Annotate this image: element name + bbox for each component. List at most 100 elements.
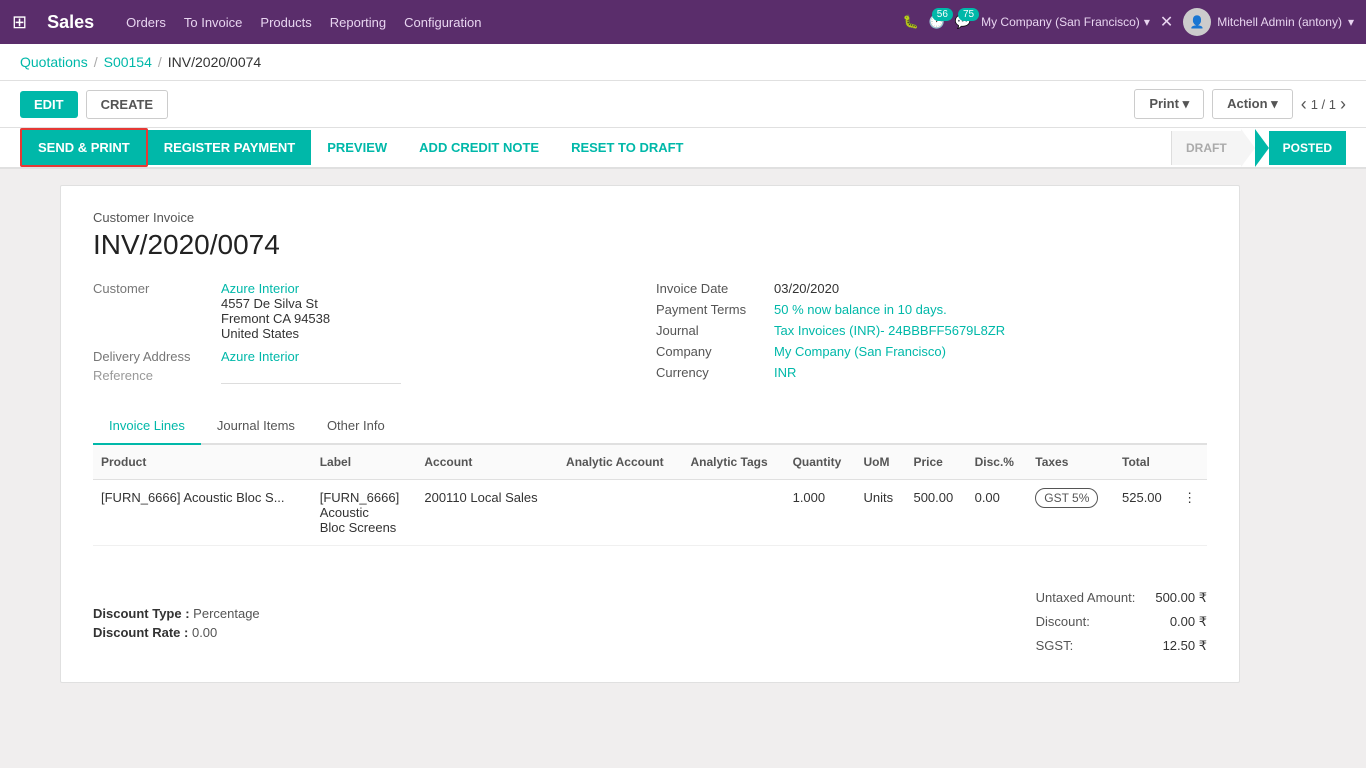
col-label: Label — [312, 445, 417, 480]
discount-info: Discount Type : Percentage Discount Rate… — [93, 606, 260, 658]
top-navigation: ⊞ Sales Orders To Invoice Products Repor… — [0, 0, 1366, 44]
untaxed-label: Untaxed Amount: — [1036, 590, 1136, 606]
cell-quantity: 1.000 — [785, 480, 856, 546]
brand-name: Sales — [47, 12, 94, 33]
tabs-bar: Invoice Lines Journal Items Other Info — [93, 408, 1207, 445]
journal-field: Journal Tax Invoices (INR)- 24BBBFF5679L… — [656, 323, 1207, 338]
nav-products[interactable]: Products — [260, 15, 311, 30]
nav-reporting[interactable]: Reporting — [330, 15, 386, 30]
breadcrumb-sale-order[interactable]: S00154 — [104, 54, 152, 70]
untaxed-row: Untaxed Amount: 500.00 ₹ — [1036, 586, 1207, 610]
journal-value[interactable]: Tax Invoices (INR)- 24BBBFF5679L8ZR — [774, 323, 1005, 338]
action-button[interactable]: Action ▾ — [1212, 89, 1293, 119]
nav-orders[interactable]: Orders — [126, 15, 166, 30]
bug-icon: 🐛 — [903, 14, 919, 30]
invoice-date-label: Invoice Date — [656, 281, 766, 296]
row-options-button[interactable]: ⋮ — [1175, 480, 1207, 546]
cell-analytic-account — [558, 480, 682, 546]
sgst-value: 12.50 ₹ — [1163, 638, 1207, 654]
status-posted: POSTED — [1269, 131, 1346, 165]
cell-taxes: GST 5% — [1027, 480, 1114, 546]
chevron-down-icon: ▾ — [1144, 15, 1150, 29]
col-options — [1175, 445, 1207, 480]
register-payment-button[interactable]: REGISTER PAYMENT — [148, 130, 311, 165]
customer-addr3: United States — [221, 326, 330, 341]
invoice-date-field: Invoice Date 03/20/2020 — [656, 281, 1207, 296]
action-chevron-icon: ▾ — [1271, 96, 1278, 111]
customer-name[interactable]: Azure Interior — [221, 281, 330, 296]
right-icons: 🐛 🕐 56 💬 75 My Company (San Francisco) ▾… — [903, 8, 1354, 36]
delivery-label: Delivery Address — [93, 349, 213, 364]
delivery-field: Delivery Address Azure Interior — [93, 349, 644, 364]
payment-terms-field: Payment Terms 50 % now balance in 10 day… — [656, 302, 1207, 317]
next-button[interactable]: › — [1340, 94, 1346, 115]
reference-label: Reference — [93, 368, 213, 384]
tab-journal-items[interactable]: Journal Items — [201, 408, 311, 445]
reference-field: Reference — [93, 368, 644, 384]
col-product: Product — [93, 445, 312, 480]
apps-icon[interactable]: ⊞ — [12, 12, 27, 33]
print-button[interactable]: Print ▾ — [1134, 89, 1204, 119]
chat-badge: 75 — [958, 8, 979, 21]
col-taxes: Taxes — [1027, 445, 1114, 480]
discount-rate-value: 0.00 — [192, 625, 217, 640]
customer-addr2: Fremont CA 94538 — [221, 311, 330, 326]
chat-icon-badge[interactable]: 💬 75 — [955, 14, 971, 30]
discount-rate-label: Discount Rate : — [93, 625, 188, 640]
currency-value[interactable]: INR — [774, 365, 796, 380]
tab-other-info[interactable]: Other Info — [311, 408, 401, 445]
col-analytic-tags: Analytic Tags — [683, 445, 785, 480]
company-field: Company My Company (San Francisco) — [656, 344, 1207, 359]
secondary-toolbar: SEND & PRINT REGISTER PAYMENT PREVIEW AD… — [0, 128, 1366, 169]
customer-field: Customer Azure Interior 4557 De Silva St… — [93, 281, 644, 341]
cell-price: 500.00 — [905, 480, 966, 546]
user-menu[interactable]: 👤 Mitchell Admin (antony) ▾ — [1183, 8, 1354, 36]
cell-total: 525.00 — [1114, 480, 1175, 546]
clock-icon-badge[interactable]: 🕐 56 — [929, 14, 945, 30]
summary-section: Untaxed Amount: 500.00 ₹ Discount: 0.00 … — [1036, 586, 1207, 658]
discount-rate-row: Discount Rate : 0.00 — [93, 625, 260, 640]
status-arrow-posted — [1255, 129, 1269, 167]
close-icon[interactable]: ✕ — [1160, 12, 1173, 32]
label-line3: Bloc Screens — [320, 520, 409, 535]
company-value[interactable]: My Company (San Francisco) — [774, 344, 946, 359]
add-credit-note-button[interactable]: ADD CREDIT NOTE — [403, 130, 555, 165]
tab-invoice-lines[interactable]: Invoice Lines — [93, 408, 201, 445]
preview-button[interactable]: PREVIEW — [311, 130, 403, 165]
invoice-date-value: 03/20/2020 — [774, 281, 839, 296]
send-print-button[interactable]: SEND & PRINT — [20, 128, 148, 167]
breadcrumb-quotations[interactable]: Quotations — [20, 54, 88, 70]
invoice-number: INV/2020/0074 — [93, 229, 1207, 261]
user-name: Mitchell Admin (antony) — [1217, 15, 1342, 29]
company-selector[interactable]: My Company (San Francisco) ▾ — [981, 15, 1150, 29]
discount-type-label: Discount Type : — [93, 606, 190, 621]
discount-value: 0.00 ₹ — [1170, 614, 1207, 630]
user-chevron-icon: ▾ — [1348, 15, 1354, 29]
cell-product: [FURN_6666] Acoustic Bloc S... — [93, 480, 312, 546]
currency-field: Currency INR — [656, 365, 1207, 380]
create-button[interactable]: CREATE — [86, 90, 168, 119]
bug-icon-badge[interactable]: 🐛 — [903, 14, 919, 30]
info-grid: Customer Azure Interior 4557 De Silva St… — [93, 281, 1207, 388]
payment-terms-value: 50 % now balance in 10 days. — [774, 302, 947, 317]
pagination: ‹ 1 / 1 › — [1301, 94, 1346, 115]
status-arrow — [1241, 129, 1255, 167]
currency-label: Currency — [656, 365, 766, 380]
col-total: Total — [1114, 445, 1175, 480]
reset-to-draft-button[interactable]: RESET TO DRAFT — [555, 130, 699, 165]
prev-button[interactable]: ‹ — [1301, 94, 1307, 115]
customer-addr1: 4557 De Silva St — [221, 296, 330, 311]
nav-to-invoice[interactable]: To Invoice — [184, 15, 243, 30]
discount-row: Discount: 0.00 ₹ — [1036, 610, 1207, 634]
delivery-value[interactable]: Azure Interior — [221, 349, 299, 364]
cell-disc: 0.00 — [967, 480, 1028, 546]
edit-button[interactable]: EDIT — [20, 91, 78, 118]
reference-input[interactable] — [221, 368, 401, 384]
discount-type-value: Percentage — [193, 606, 260, 621]
company-name: My Company (San Francisco) — [981, 15, 1140, 29]
tax-badge: GST 5% — [1035, 488, 1098, 508]
breadcrumb: Quotations / S00154 / INV/2020/0074 — [0, 44, 1366, 81]
nav-configuration[interactable]: Configuration — [404, 15, 481, 30]
col-price: Price — [905, 445, 966, 480]
sgst-row: SGST: 12.50 ₹ — [1036, 634, 1207, 658]
